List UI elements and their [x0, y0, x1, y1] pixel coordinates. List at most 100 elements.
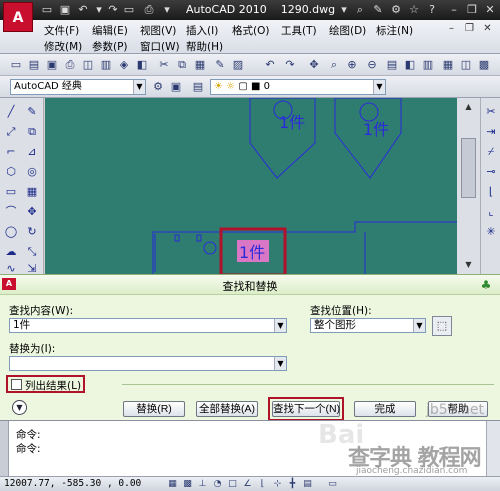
scroll-down-icon[interactable]: ▼: [461, 258, 476, 272]
rectangle-icon[interactable]: ▭: [3, 184, 19, 200]
menu-modify[interactable]: 修改(M): [44, 39, 82, 54]
sheet-set-icon[interactable]: ▦: [440, 57, 456, 73]
coordinates-readout[interactable]: 12007.77, -585.30 , 0.00: [4, 478, 141, 489]
quick-properties-icon[interactable]: ▤: [301, 478, 314, 490]
done-button[interactable]: 完成: [354, 401, 416, 417]
layer-properties-icon[interactable]: ▤: [190, 79, 206, 95]
revcloud-icon[interactable]: ☁: [3, 244, 19, 260]
snap-icon[interactable]: ▦: [166, 478, 179, 490]
extend-icon[interactable]: ⇥: [483, 124, 499, 140]
menu-dimension[interactable]: 标注(N): [376, 23, 413, 38]
menu-format[interactable]: 格式(O): [232, 23, 269, 38]
block-editor-icon[interactable]: ▨: [230, 57, 246, 73]
menu-insert[interactable]: 插入(I): [186, 23, 218, 38]
polygon-icon[interactable]: ⬡: [3, 164, 19, 180]
grid-icon[interactable]: ▩: [181, 478, 194, 490]
menu-view[interactable]: 视图(V): [140, 23, 176, 38]
chevron-down-icon[interactable]: ▼: [274, 319, 286, 332]
zoom-previous-icon[interactable]: ⊖: [364, 57, 380, 73]
close-icon[interactable]: ✕: [482, 3, 498, 17]
menu-parametric[interactable]: 参数(P): [92, 39, 128, 54]
menu-file[interactable]: 文件(F): [44, 23, 79, 38]
undo-icon[interactable]: ↶: [76, 3, 90, 17]
search-icon[interactable]: ⌕: [352, 3, 368, 17]
plot-icon[interactable]: ⎙: [62, 57, 78, 73]
ducs-icon[interactable]: ⌊: [256, 478, 269, 490]
doc-close-icon[interactable]: ✕: [480, 22, 495, 35]
open-folder-icon[interactable]: ▤: [26, 57, 42, 73]
scale-icon[interactable]: ⤡: [24, 244, 40, 260]
markup-icon[interactable]: ◫: [458, 57, 474, 73]
calculator-icon[interactable]: ▩: [476, 57, 492, 73]
menu-edit[interactable]: 编辑(E): [92, 23, 128, 38]
new-icon[interactable]: ▭: [8, 57, 24, 73]
workspace-settings-icon[interactable]: ⚙: [150, 79, 166, 95]
layer-select[interactable]: ☀ ☼ ▢ ■ 0 ▼: [210, 79, 386, 95]
command-grip[interactable]: [0, 421, 9, 477]
break-icon[interactable]: ⌿: [483, 144, 499, 160]
explode-icon[interactable]: ✳: [483, 224, 499, 240]
osnap-icon[interactable]: □: [226, 478, 239, 490]
star-icon[interactable]: ☆: [406, 3, 422, 17]
open-icon[interactable]: ▭: [122, 3, 136, 17]
ortho-icon[interactable]: ⊥: [196, 478, 209, 490]
menu-draw[interactable]: 绘图(D): [329, 23, 366, 38]
more-icon[interactable]: ▾: [160, 3, 174, 17]
3d-icon[interactable]: ◈: [116, 57, 132, 73]
properties-icon[interactable]: ▤: [384, 57, 400, 73]
polyline-icon[interactable]: ⌐: [3, 144, 19, 160]
minimize-icon[interactable]: –: [446, 3, 462, 17]
find-input[interactable]: 1件 ▼: [9, 318, 287, 333]
find-where-select[interactable]: 整个图形 ▼: [310, 318, 426, 333]
wrench-icon[interactable]: ✎: [370, 3, 386, 17]
design-center-icon[interactable]: ◧: [402, 57, 418, 73]
join-icon[interactable]: ⊸: [483, 164, 499, 180]
search-dropdown-icon[interactable]: ▾: [336, 3, 352, 17]
etransmit-icon[interactable]: ◧: [134, 57, 150, 73]
move-icon[interactable]: ✥: [24, 204, 40, 220]
replace-button[interactable]: 替换(R): [123, 401, 185, 417]
tool-palettes-icon[interactable]: ▥: [420, 57, 436, 73]
trim-icon[interactable]: ✂: [483, 104, 499, 120]
construction-line-icon[interactable]: ⤢: [3, 124, 19, 140]
print-icon[interactable]: ⎙: [142, 3, 156, 17]
restore-icon[interactable]: ❐: [464, 3, 480, 17]
dyn-icon[interactable]: ⊹: [271, 478, 284, 490]
select-objects-button[interactable]: ⬚: [432, 316, 452, 336]
scroll-up-icon[interactable]: ▲: [461, 100, 476, 114]
find-next-button[interactable]: 查找下一个(N): [272, 401, 340, 417]
model-icon[interactable]: ▭: [326, 478, 339, 490]
lineweight-icon[interactable]: ╋: [286, 478, 299, 490]
copy-icon[interactable]: ⧉: [174, 57, 190, 73]
qnew-icon[interactable]: ▭: [40, 3, 54, 17]
chevron-down-icon[interactable]: ▼: [413, 319, 425, 332]
replace-input[interactable]: ▼: [9, 356, 287, 371]
help-icon[interactable]: ?: [424, 3, 440, 17]
circle-icon[interactable]: ◯: [3, 224, 19, 240]
publish-icon[interactable]: ▥: [98, 57, 114, 73]
menu-window[interactable]: 窗口(W): [140, 39, 180, 54]
line-icon[interactable]: ╱: [3, 104, 19, 120]
pan-icon[interactable]: ✥: [306, 57, 322, 73]
canvas-vertical-scrollbar[interactable]: ▲ ▼: [457, 98, 480, 274]
doc-minimize-icon[interactable]: –: [444, 22, 459, 35]
save-file-icon[interactable]: ▣: [44, 57, 60, 73]
copy-object-icon[interactable]: ⧉: [24, 124, 40, 140]
scroll-thumb[interactable]: [461, 138, 476, 198]
list-results-checkbox[interactable]: [11, 379, 22, 390]
zoom-window-icon[interactable]: ⊕: [344, 57, 360, 73]
fillet-icon[interactable]: ⌞: [483, 204, 499, 220]
drawing-canvas[interactable]: 1件 1件 1件: [45, 98, 457, 274]
otrack-icon[interactable]: ∠: [241, 478, 254, 490]
menu-tools[interactable]: 工具(T): [281, 23, 317, 38]
save-icon[interactable]: ▣: [58, 3, 72, 17]
workspace-save-icon[interactable]: ▣: [168, 79, 184, 95]
app-logo[interactable]: A: [3, 2, 33, 32]
cut-icon[interactable]: ✂: [156, 57, 172, 73]
redo-tb-icon[interactable]: ↷: [282, 57, 298, 73]
chevron-down-icon[interactable]: ▼: [274, 357, 286, 370]
tools-icon[interactable]: ⚙: [388, 3, 404, 17]
workspace-select[interactable]: AutoCAD 经典 ▼: [10, 79, 146, 95]
preview-icon[interactable]: ◫: [80, 57, 96, 73]
replace-all-button[interactable]: 全部替换(A): [196, 401, 258, 417]
